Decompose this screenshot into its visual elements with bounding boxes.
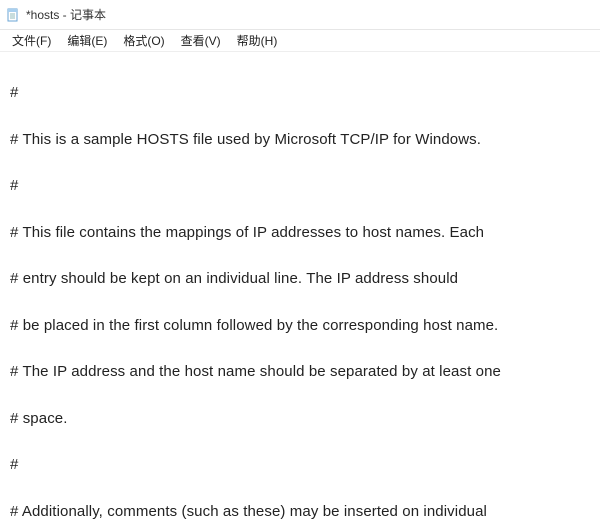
text-line: # entry should be kept on an individual … (10, 267, 590, 290)
menu-format[interactable]: 格式(O) (115, 30, 172, 51)
text-line: # Additionally, comments (such as these)… (10, 500, 590, 523)
menu-file[interactable]: 文件(F) (4, 30, 59, 51)
notepad-icon (6, 8, 20, 22)
text-line: # This is a sample HOSTS file used by Mi… (10, 128, 590, 151)
titlebar: *hosts - 记事本 (0, 0, 600, 30)
text-area[interactable]: # # This is a sample HOSTS file used by … (0, 52, 600, 525)
text-line: # (10, 81, 590, 104)
text-line: # be placed in the first column followed… (10, 314, 590, 337)
text-line: # This file contains the mappings of IP … (10, 221, 590, 244)
text-line: # (10, 174, 590, 197)
text-line: # The IP address and the host name shoul… (10, 360, 590, 383)
menu-edit[interactable]: 编辑(E) (59, 30, 115, 51)
text-line: # space. (10, 407, 590, 430)
window-title: *hosts - 记事本 (26, 6, 106, 23)
text-line: # (10, 453, 590, 476)
menubar: 文件(F) 编辑(E) 格式(O) 查看(V) 帮助(H) (0, 30, 600, 52)
menu-view[interactable]: 查看(V) (173, 30, 229, 51)
menu-help[interactable]: 帮助(H) (229, 30, 286, 51)
